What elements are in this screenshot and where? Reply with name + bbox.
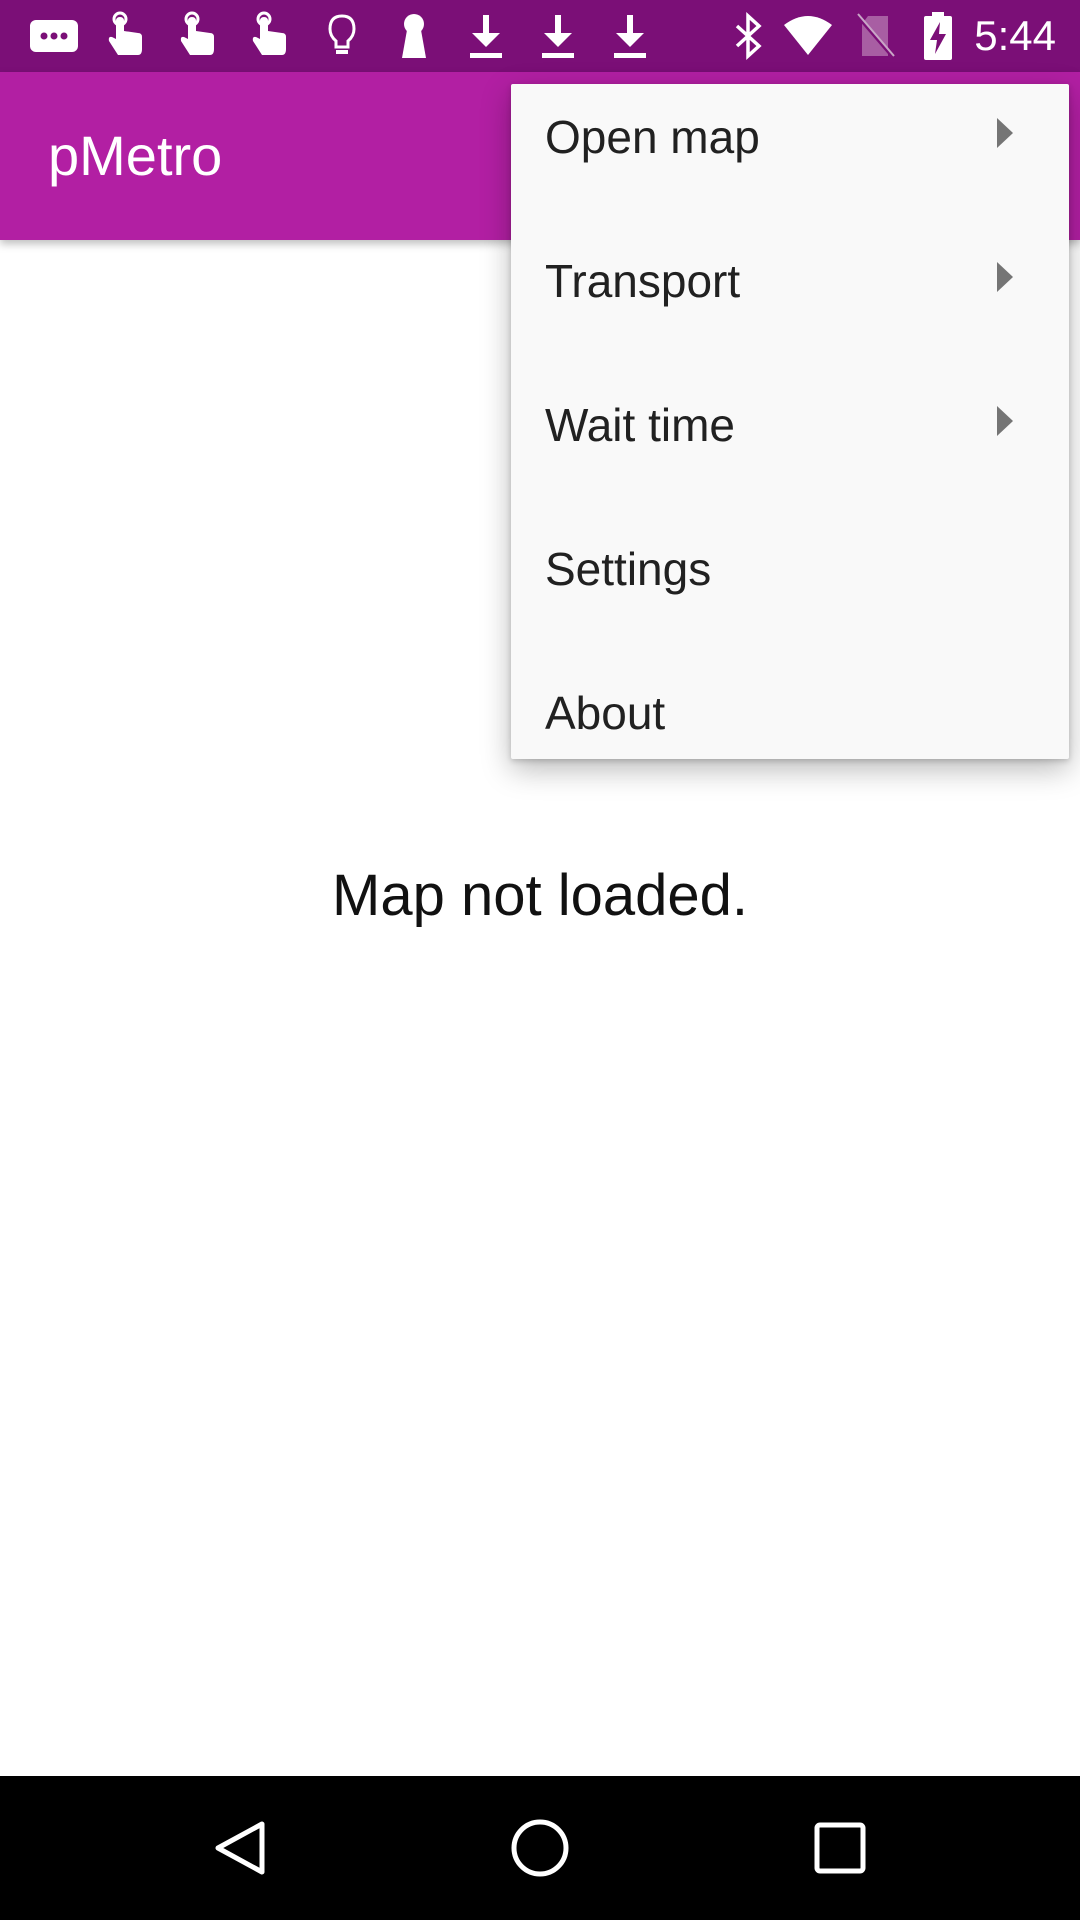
menu-item-open-map[interactable]: Open map [511,84,1069,228]
menu-item-label: Wait time [545,399,735,451]
submenu-arrow-icon [997,262,1013,292]
overflow-menu: Open map Transport Wait time Settings Ab… [511,84,1069,759]
map-not-loaded-message: Map not loaded. [332,863,748,928]
back-button[interactable] [188,1796,292,1900]
status-bar: 5:44 [0,0,1080,72]
menu-item-label: Open map [545,111,760,163]
touch-icon [172,10,224,62]
battery-charging-icon [912,10,964,62]
back-icon [215,1821,265,1875]
download-icon [604,10,656,62]
submenu-arrow-icon [997,118,1013,148]
bluetooth-icon [722,10,774,62]
download-icon [460,10,512,62]
recents-button[interactable] [788,1796,892,1900]
clock-text: 5:44 [974,12,1056,59]
menu-item-label: Transport [545,255,741,307]
app-title: pMetro [48,124,223,187]
messages-icon [28,10,80,62]
lightbulb-icon [316,10,368,62]
recents-icon [814,1822,866,1874]
touch-icon [100,10,152,62]
home-button[interactable] [488,1796,592,1900]
menu-item-transport[interactable]: Transport [511,228,1069,372]
touch-icon [244,10,296,62]
download-icon [532,10,584,62]
no-sim-icon [850,10,902,62]
menu-item-label: About [545,687,666,739]
menu-item-label: Settings [545,543,712,595]
home-icon [511,1819,569,1877]
menu-item-wait-time[interactable]: Wait time [511,372,1069,516]
screen: 5:44 pMetro Map not loaded. Open map Tra… [0,0,1080,1920]
menu-item-settings[interactable]: Settings [511,516,1069,660]
navigation-bar [0,1776,1080,1920]
keyhole-icon [388,10,440,62]
submenu-arrow-icon [997,406,1013,436]
wifi-icon [782,10,834,62]
menu-item-about[interactable]: About [511,660,1069,804]
